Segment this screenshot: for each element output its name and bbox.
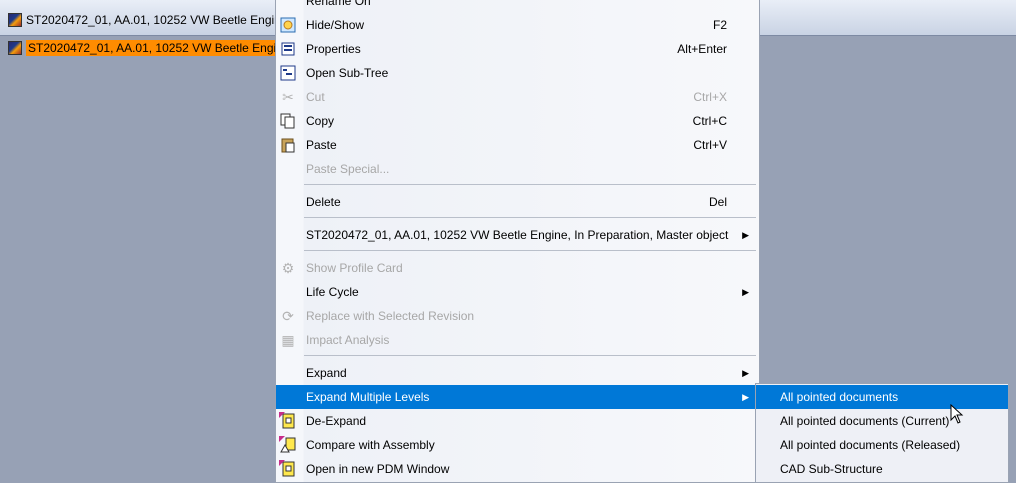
submenu-item-all-pointed-current[interactable]: All pointed documents (Current) [756, 409, 1008, 433]
submenu-arrow-icon: ▶ [742, 367, 749, 378]
menu-item-label: Hide/Show [306, 18, 365, 32]
menu-item-label: Rename On [306, 0, 371, 8]
submenu-item-label: All pointed documents (Current) [780, 414, 950, 428]
menu-item-label: Compare with Assembly [306, 438, 435, 452]
profile-card-icon: ⚙ [281, 259, 295, 276]
marker-icon [279, 460, 285, 466]
menu-item-paste-special: Paste Special... [276, 157, 759, 181]
hide-show-icon [279, 16, 297, 34]
replace-icon: ⟳ [282, 307, 294, 324]
copy-icon [279, 112, 297, 130]
menu-item-paste[interactable]: Paste Ctrl+V [276, 133, 759, 157]
submenu-arrow-icon: ▶ [742, 286, 749, 297]
submenu-item-all-pointed[interactable]: All pointed documents [756, 385, 1008, 409]
menu-item-label: Copy [306, 114, 335, 128]
submenu-arrow-icon: ▶ [742, 229, 749, 240]
shortcut-label: Ctrl+C [692, 114, 727, 128]
menu-item-label: Expand Multiple Levels [306, 390, 430, 404]
menu-item-label: Open Sub-Tree [306, 66, 389, 80]
menu-item-label: De-Expand [306, 414, 367, 428]
menu-item-impact-analysis: ▦ Impact Analysis [276, 328, 759, 352]
menu-item-label: Paste Special... [306, 162, 390, 176]
menu-item-life-cycle[interactable]: Life Cycle ▶ [276, 280, 759, 304]
menu-item-label: Replace with Selected Revision [306, 309, 475, 323]
expand-submenu: All pointed documents All pointed docume… [755, 383, 1009, 483]
submenu-item-label: All pointed documents [780, 390, 899, 404]
menu-item-copy[interactable]: Copy Ctrl+C [276, 109, 759, 133]
menu-item-label: Cut [306, 90, 325, 104]
menu-item-open-subtree[interactable]: Open Sub-Tree [276, 61, 759, 85]
menu-item-label: Show Profile Card [306, 261, 403, 275]
submenu-item-all-pointed-released[interactable]: All pointed documents (Released) [756, 433, 1008, 457]
submenu-item-label: All pointed documents (Released) [780, 438, 961, 452]
menu-item-label: Impact Analysis [306, 333, 390, 347]
menu-item-properties[interactable]: Properties Alt+Enter [276, 37, 759, 61]
menu-separator [304, 184, 756, 185]
menu-item-open-pdm[interactable]: Open in new PDM Window [276, 457, 759, 481]
shortcut-label: Ctrl+X [693, 90, 727, 104]
menu-item-hide-show[interactable]: Hide/Show F2 [276, 13, 759, 37]
impact-icon: ▦ [281, 331, 295, 348]
shortcut-label: Alt+Enter [677, 42, 727, 56]
shortcut-label: Del [708, 195, 727, 209]
menu-separator [304, 355, 756, 356]
menu-item-label: Life Cycle [306, 285, 359, 299]
menu-item-show-profile: ⚙ Show Profile Card [276, 256, 759, 280]
subtree-icon [279, 64, 297, 82]
compare-icon [279, 436, 297, 454]
product-icon [8, 12, 22, 27]
menu-item-expand-multiple[interactable]: Expand Multiple Levels ▶ [276, 385, 759, 409]
mouse-cursor-icon [950, 404, 964, 424]
shortcut-label: F2 [712, 18, 727, 32]
menu-item-cut: ✂ Cut Ctrl+X [276, 85, 759, 109]
menu-item-delete[interactable]: Delete Del [276, 190, 759, 214]
submenu-item-cad-substructure[interactable]: CAD Sub-Structure [756, 457, 1008, 481]
context-menu: Rename On Hide/Show F2 Properties Alt+En… [275, 0, 760, 483]
submenu-item-label: CAD Sub-Structure [780, 462, 883, 476]
marker-icon [279, 412, 285, 418]
menu-item-rename[interactable]: Rename On [276, 0, 759, 13]
menu-item-replace-revision: ⟳ Replace with Selected Revision [276, 304, 759, 328]
menu-item-compare[interactable]: Compare with Assembly [276, 433, 759, 457]
menu-item-label: Delete [306, 195, 341, 209]
submenu-arrow-icon: ▶ [742, 391, 749, 402]
shortcut-label: Ctrl+V [693, 138, 727, 152]
properties-icon [279, 40, 297, 58]
menu-separator [304, 250, 756, 251]
menu-item-label: Paste [306, 138, 337, 152]
pdm-window-icon [279, 460, 297, 478]
menu-item-label: Expand [306, 366, 347, 380]
product-icon [8, 40, 22, 55]
marker-icon [279, 436, 285, 442]
menu-separator [304, 217, 756, 218]
scissors-icon: ✂ [282, 88, 294, 105]
de-expand-icon [279, 412, 297, 430]
paste-icon [279, 136, 297, 154]
menu-item-label: ST2020472_01, AA.01, 10252 VW Beetle Eng… [306, 228, 729, 242]
menu-item-label: Open in new PDM Window [306, 462, 450, 476]
menu-item-expand[interactable]: Expand ▶ [276, 361, 759, 385]
menu-item-object[interactable]: ST2020472_01, AA.01, 10252 VW Beetle Eng… [276, 223, 759, 247]
menu-item-label: Properties [306, 42, 361, 56]
menu-item-de-expand[interactable]: De-Expand [276, 409, 759, 433]
